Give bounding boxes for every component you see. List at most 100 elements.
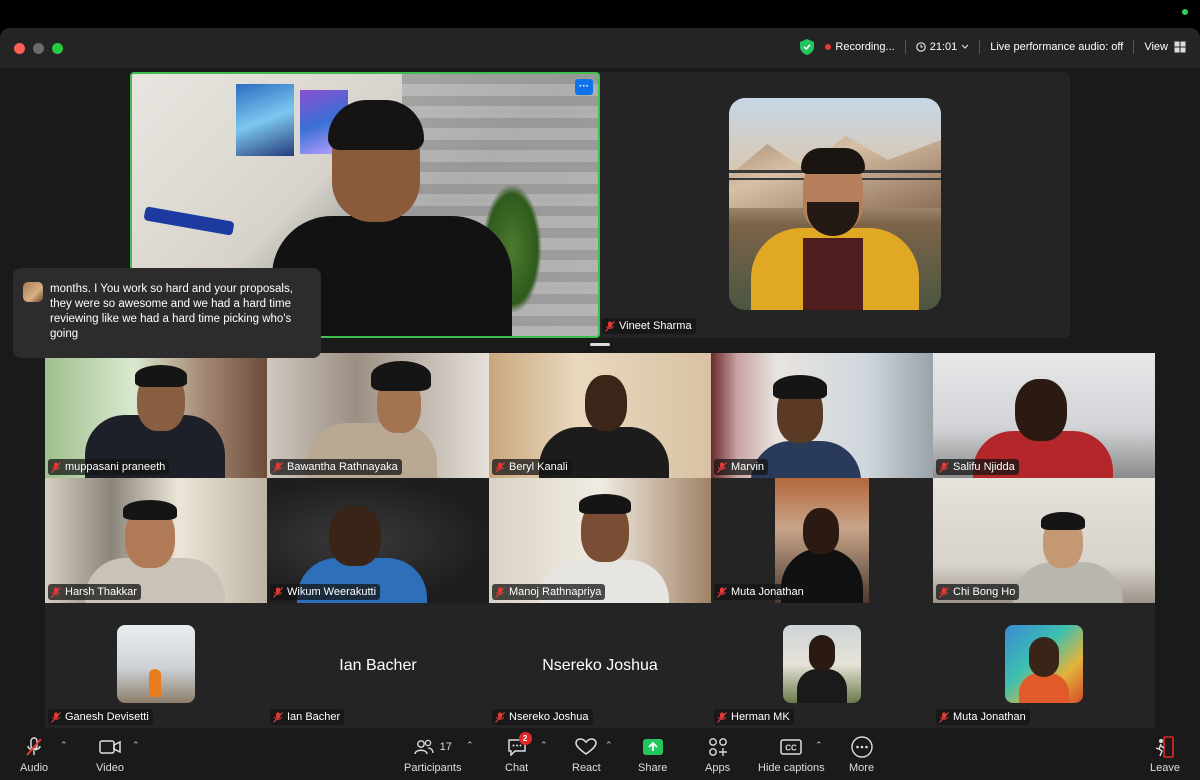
view-menu-button[interactable]: View — [1144, 41, 1186, 53]
participant-name: Harsh Thakkar — [65, 586, 137, 598]
leave-label: Leave — [1150, 762, 1180, 774]
meeting-timer[interactable]: 21:01 — [915, 41, 970, 53]
more-dots-icon — [850, 736, 873, 758]
participant-name: Chi Bong Ho — [953, 586, 1016, 598]
share-label: Share — [638, 762, 668, 774]
participant-avatar — [1005, 625, 1083, 703]
microphone-off-icon — [495, 461, 505, 473]
microphone-off-icon — [939, 711, 949, 723]
microphone-off-icon — [939, 586, 949, 598]
participant-tile[interactable]: Muta Jonathan — [933, 603, 1155, 728]
participant-tile[interactable]: Chi Bong Ho — [933, 478, 1155, 603]
chat-button[interactable]: 2 Chat — [505, 732, 532, 774]
caption-speaker-avatar — [23, 282, 43, 302]
clock-icon — [915, 42, 926, 52]
tile-hair — [773, 375, 827, 399]
chat-label: Chat — [505, 762, 529, 774]
tile-more-options-button[interactable]: ··· — [575, 79, 593, 95]
microphone-off-icon — [51, 586, 61, 598]
resize-handle[interactable] — [590, 343, 610, 346]
microphone-off-icon — [495, 711, 505, 723]
react-button[interactable]: React — [572, 736, 601, 774]
participant-name: Ganesh Devisetti — [65, 711, 149, 723]
tile-hair — [371, 361, 431, 391]
participant-tile[interactable]: Ganesh Devisetti — [45, 603, 267, 728]
apps-icon — [708, 736, 728, 758]
minimize-window-button[interactable] — [33, 43, 44, 54]
participant-name: muppasani praneeth — [65, 461, 166, 473]
more-button[interactable]: More — [849, 736, 874, 774]
apps-button[interactable]: Apps — [705, 736, 730, 774]
tile-face — [329, 506, 381, 566]
participant-name: Manoj Rathnapriya — [509, 586, 602, 598]
chat-unread-badge: 2 — [518, 732, 532, 745]
avatar-face — [1029, 637, 1059, 677]
participant-tile[interactable]: Salifu Njidda — [933, 353, 1155, 478]
participant-name: Vineet Sharma — [619, 320, 692, 332]
participant-name-label: Ganesh Devisetti — [48, 709, 153, 725]
recording-indicator[interactable]: Recording... — [825, 41, 895, 53]
hide-captions-label: Hide captions — [758, 762, 825, 774]
shield-icon[interactable] — [799, 38, 815, 56]
microphone-off-icon — [273, 711, 283, 723]
participant-name-label: Ian Bacher — [270, 709, 345, 725]
divider — [979, 40, 981, 54]
video-button[interactable]: Video — [96, 736, 124, 774]
participant-avatar — [783, 625, 861, 703]
react-options-caret[interactable]: ⌃ — [605, 740, 613, 751]
live-caption-panel[interactable]: months. I You work so hard and your prop… — [13, 268, 321, 358]
title-bar: Recording... 21:01 Live performance audi… — [0, 28, 1200, 68]
live-audio-status[interactable]: Live performance audio: off — [990, 41, 1123, 53]
shirt — [803, 238, 863, 310]
participant-name-label: Chi Bong Ho — [936, 584, 1020, 600]
tile-hair — [1041, 512, 1085, 530]
participant-tile[interactable]: Herman MK — [711, 603, 933, 728]
participant-name-label: Nsereko Joshua — [492, 709, 593, 725]
divider — [904, 40, 906, 54]
video-camera-icon — [99, 736, 121, 758]
tile-face — [1015, 379, 1067, 441]
participant-name: Herman MK — [731, 711, 790, 723]
telescope — [143, 206, 235, 236]
audio-options-caret[interactable]: ⌃ — [60, 740, 68, 751]
participant-name: Wikum Weerakutti — [287, 586, 377, 598]
participant-tile[interactable]: Muta Jonathan — [711, 478, 933, 603]
video-label: Video — [96, 762, 124, 774]
svg-text:CC: CC — [786, 744, 798, 753]
recording-label: Recording... — [835, 41, 895, 53]
recording-dot-icon — [825, 44, 832, 50]
microphone-off-icon — [25, 736, 43, 758]
participants-options-caret[interactable]: ⌃ — [466, 740, 474, 751]
participant-tile[interactable]: Wikum Weerakutti — [267, 478, 489, 603]
microphone-off-icon — [939, 461, 949, 473]
share-arrow-icon — [642, 736, 663, 758]
participants-icon: 17 — [413, 736, 452, 758]
leave-button[interactable]: Leave — [1150, 736, 1180, 774]
participants-label: Participants — [404, 762, 462, 774]
more-label: More — [849, 762, 875, 774]
participant-tile[interactable]: muppasani praneeth — [45, 353, 267, 478]
fullscreen-window-button[interactable] — [52, 43, 63, 54]
participant-name: Beryl Kanali — [509, 461, 568, 473]
video-options-caret[interactable]: ⌃ — [132, 740, 140, 751]
share-button[interactable]: Share — [638, 736, 667, 774]
tile-hair — [135, 365, 187, 387]
tile-hair — [123, 500, 177, 520]
participant-tile[interactable]: Manoj Rathnapriya — [489, 478, 711, 603]
close-window-button[interactable] — [14, 43, 25, 54]
participant-name: Salifu Njidda — [953, 461, 1015, 473]
captions-options-caret[interactable]: ⌃ — [815, 740, 823, 751]
participant-tile[interactable]: Ian Bacher Ian Bacher — [267, 603, 489, 728]
audio-button[interactable]: Audio — [20, 736, 48, 774]
chat-options-caret[interactable]: ⌃ — [540, 740, 548, 751]
participant-tile[interactable]: Marvin — [711, 353, 933, 478]
participant-tile[interactable]: Beryl Kanali — [489, 353, 711, 478]
participant-tile[interactable]: Nsereko Joshua Nsereko Joshua — [489, 603, 711, 728]
participant-name: Bawantha Rathnayaka — [287, 461, 398, 473]
microphone-off-icon — [51, 711, 61, 723]
participant-tile[interactable]: Harsh Thakkar — [45, 478, 267, 603]
participant-tile[interactable]: Bawantha Rathnayaka — [267, 353, 489, 478]
participant-avatar — [117, 625, 195, 703]
participant-name: Marvin — [731, 461, 765, 473]
participants-button[interactable]: 17 Participants — [404, 736, 461, 774]
